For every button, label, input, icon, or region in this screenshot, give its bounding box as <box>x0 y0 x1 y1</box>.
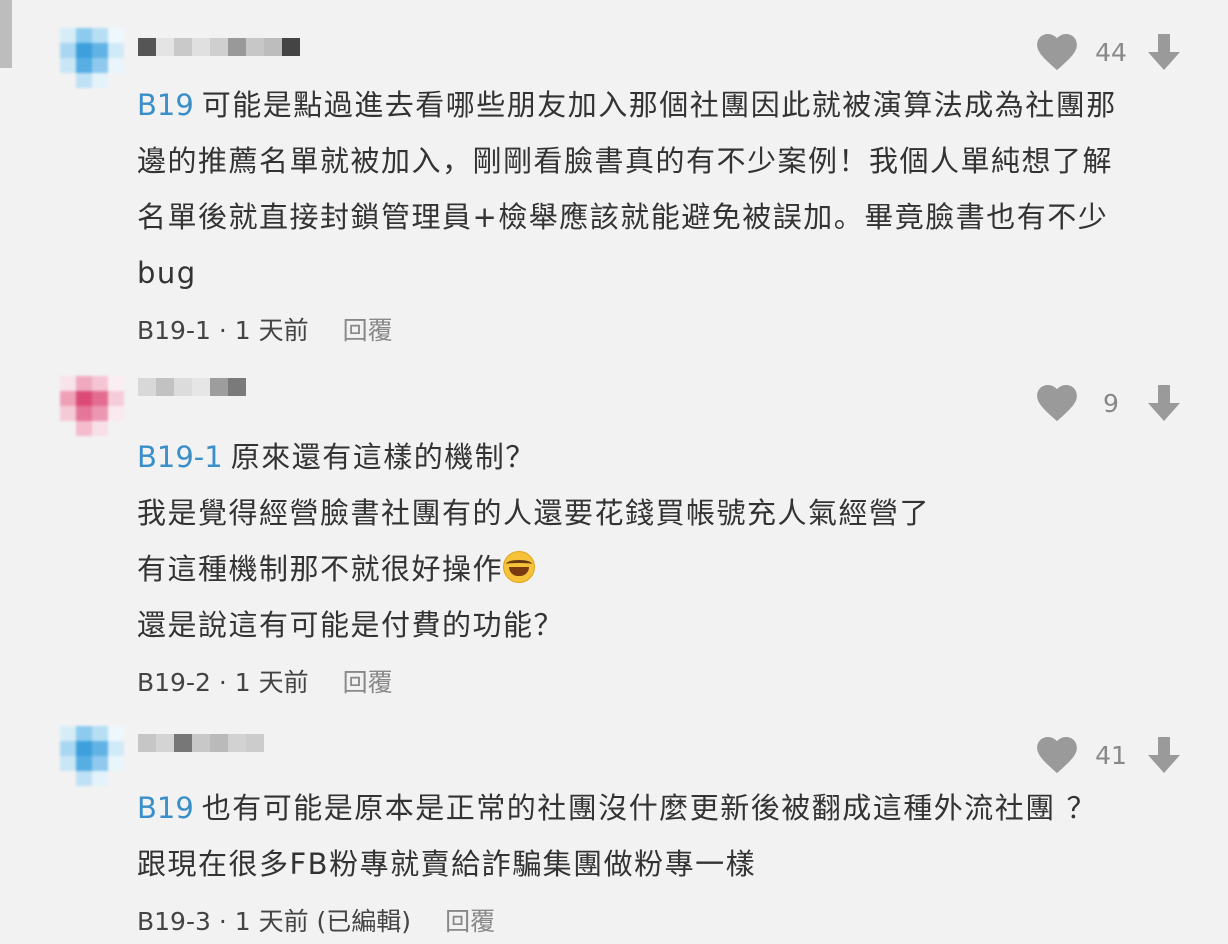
comment-line: 名單後就直接封鎖管理員+檢舉應該就能避免被誤加。畢竟臉書也有不少 <box>137 200 1109 234</box>
avatar[interactable] <box>60 28 124 88</box>
comment-line: 有這種機制那不就很好操作 <box>137 541 1177 597</box>
reply-button[interactable]: 回覆 <box>343 316 393 345</box>
like-count: 41 <box>1095 740 1127 770</box>
like-count: 44 <box>1095 37 1127 67</box>
comment-meta: B19-3 · 1 天前 (已編輯) 回覆 <box>137 907 496 936</box>
arrow-down-icon[interactable] <box>1144 383 1184 423</box>
comment-line: 邊的推薦名單就被加入，剛剛看臉書真的有不少案例！我個人單純想了解 <box>137 144 1114 178</box>
floor-reference-link[interactable]: B19 <box>137 791 194 825</box>
heart-icon[interactable] <box>1036 736 1078 774</box>
arrow-down-icon[interactable] <box>1144 735 1184 775</box>
reply-button[interactable]: 回覆 <box>445 907 495 936</box>
floor-reference-link[interactable]: B19-1 <box>137 440 223 474</box>
comment-text: B19 可能是點過進去看哪些朋友加入那個社團因此就被演算法成為社團那 邊的推薦名單… <box>137 77 1177 301</box>
timestamp: 1 天前 <box>234 907 309 936</box>
username[interactable] <box>138 378 246 400</box>
reply-button[interactable]: 回覆 <box>343 668 393 697</box>
comment-line: B19 可能是點過進去看哪些朋友加入那個社團因此就被演算法成為社團那 <box>137 88 1117 122</box>
floor-number: B19-1 <box>137 316 211 345</box>
timestamp: 1 天前 <box>234 316 309 345</box>
comment-line: bug <box>137 256 197 290</box>
comment-line: B19 也有可能是原本是正常的社團沒什麼更新後被翻成這種外流社團 ？ <box>137 791 1098 825</box>
username[interactable] <box>138 734 264 756</box>
comment-meta: B19-1 · 1 天前 回覆 <box>137 316 393 345</box>
vote-actions: 44 <box>1036 32 1184 72</box>
comment-text: B19 也有可能是原本是正常的社團沒什麼更新後被翻成這種外流社團 ？ 跟現在很多F… <box>137 780 1177 892</box>
floor-reference-link[interactable]: B19 <box>137 88 194 122</box>
comment-line: B19-1 原來還有這樣的機制？ <box>137 440 536 474</box>
comment-line: 還是說這有可能是付費的功能？ <box>137 608 565 642</box>
avatar[interactable] <box>60 726 124 786</box>
edited-label: (已編輯) <box>316 907 412 936</box>
floor-number: B19-3 <box>137 907 211 936</box>
comment-line: 我是覺得經營臉書社團有的人還要花錢買帳號充人氣經營了 <box>137 496 931 530</box>
floor-number: B19-2 <box>137 668 211 697</box>
vote-actions: 9 <box>1036 383 1184 423</box>
like-count: 9 <box>1103 388 1119 418</box>
arrow-down-icon[interactable] <box>1144 32 1184 72</box>
scrollbar[interactable] <box>0 0 12 68</box>
avatar[interactable] <box>60 376 124 436</box>
comment-line: 跟現在很多FB粉專就賣給詐騙集團做粉專一樣 <box>137 847 757 881</box>
comment-text: B19-1 原來還有這樣的機制？ 我是覺得經營臉書社團有的人還要花錢買帳號充人氣經… <box>137 429 1177 653</box>
vote-actions: 41 <box>1036 735 1184 775</box>
timestamp: 1 天前 <box>234 668 309 697</box>
face-with-tears-of-joy-icon <box>503 551 536 583</box>
username[interactable] <box>138 38 300 60</box>
heart-icon[interactable] <box>1036 33 1078 71</box>
heart-icon[interactable] <box>1036 384 1078 422</box>
comment-meta: B19-2 · 1 天前 回覆 <box>137 668 393 697</box>
